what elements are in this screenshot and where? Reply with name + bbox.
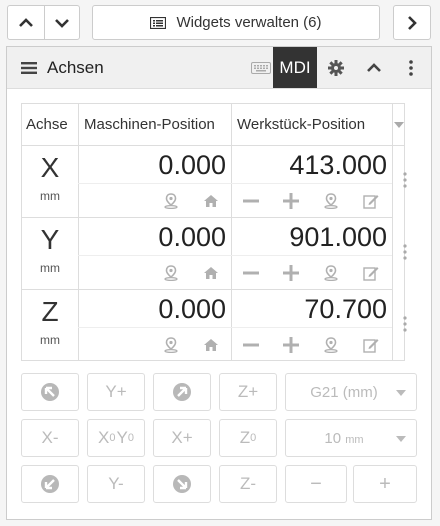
- jog-y-minus-button[interactable]: Y-: [87, 465, 145, 503]
- chevron-down-icon: [55, 18, 69, 28]
- go-to-work-zero-icon[interactable]: [322, 336, 340, 354]
- jog-x-minus-y-minus-button[interactable]: [21, 465, 79, 503]
- decrease-offset-icon[interactable]: [242, 336, 260, 354]
- edit-position-icon[interactable]: [362, 264, 380, 282]
- home-icon[interactable]: [202, 336, 220, 354]
- axis-unit: mm: [40, 333, 60, 347]
- jog-step-number: 10: [324, 429, 342, 447]
- units-select-value: G21 (mm): [310, 383, 378, 401]
- next-page-button[interactable]: [393, 5, 431, 40]
- increase-offset-icon[interactable]: [282, 264, 300, 282]
- edit-position-icon[interactable]: [362, 192, 380, 210]
- x0y0-y-label: Y: [116, 428, 128, 447]
- home-icon[interactable]: [202, 264, 220, 282]
- home-icon[interactable]: [202, 192, 220, 210]
- jog-x-plus-y-plus-button[interactable]: [153, 373, 211, 411]
- header-axis: Achse: [26, 116, 68, 133]
- gear-icon: [328, 59, 344, 76]
- row-options-icon[interactable]: [399, 314, 411, 334]
- machine-position-value: 0.000: [158, 150, 226, 180]
- axes-dropdown-toggle[interactable]: [393, 104, 405, 145]
- chevron-up-icon: [367, 62, 381, 72]
- ellipsis-vertical-icon: [409, 59, 413, 76]
- jog-x-minus-y-plus-button[interactable]: [21, 373, 79, 411]
- jog-y-plus-button[interactable]: Y+: [87, 373, 145, 411]
- row-options-icon[interactable]: [399, 242, 411, 262]
- move-widget-down-button[interactable]: [44, 5, 80, 40]
- go-to-machine-zero-icon[interactable]: [162, 192, 180, 210]
- more-options-button[interactable]: [397, 47, 425, 88]
- arrow-up-left-circle-icon: [41, 383, 59, 401]
- machine-position-value: 0.000: [158, 294, 226, 324]
- list-alt-icon: [150, 16, 167, 29]
- x0y0-x-sub: 0: [109, 432, 116, 444]
- move-widget-up-button[interactable]: [7, 5, 45, 40]
- go-to-work-zero-icon[interactable]: [322, 192, 340, 210]
- header-machine-position: Maschinen-Position: [84, 116, 215, 133]
- axis-label: X: [40, 152, 60, 183]
- keyboard-icon: [251, 61, 271, 74]
- work-position-value[interactable]: 70.700: [235, 294, 387, 325]
- axes-widget: Achsen MDI Achse Maschinen-Position Werk…: [6, 46, 432, 520]
- settings-button[interactable]: [321, 47, 351, 88]
- jog-x-plus-y-minus-button[interactable]: [153, 465, 211, 503]
- x0y0-y-sub: 0: [127, 432, 134, 444]
- axis-label: Z: [41, 296, 59, 327]
- caret-down-icon: [394, 121, 404, 128]
- manage-widgets-button[interactable]: Widgets verwalten (6): [92, 5, 380, 40]
- jog-z-plus-button[interactable]: Z+: [219, 373, 277, 411]
- decrease-step-button[interactable]: −: [285, 465, 347, 503]
- go-to-z0-button[interactable]: Z0: [219, 419, 277, 457]
- edit-position-icon[interactable]: [362, 336, 380, 354]
- manage-widgets-label: Widgets verwalten (6): [176, 14, 322, 31]
- increase-offset-icon[interactable]: [282, 336, 300, 354]
- caret-down-icon: [396, 390, 406, 396]
- units-select[interactable]: G21 (mm): [285, 373, 417, 411]
- chevron-right-icon: [408, 15, 417, 30]
- jog-step-unit: mm: [345, 433, 364, 446]
- chevron-up-icon: [19, 17, 33, 27]
- increase-offset-icon[interactable]: [282, 192, 300, 210]
- decrease-offset-icon[interactable]: [242, 264, 260, 282]
- widget-title: Achsen: [21, 47, 104, 89]
- jog-x-minus-button[interactable]: X-: [21, 419, 79, 457]
- go-to-machine-zero-icon[interactable]: [162, 264, 180, 282]
- row-options-icon[interactable]: [399, 170, 411, 190]
- machine-position-value: 0.000: [158, 222, 226, 252]
- jog-step-select[interactable]: 10 mm: [285, 419, 417, 457]
- increase-step-button[interactable]: +: [353, 465, 417, 503]
- go-to-machine-zero-icon[interactable]: [162, 336, 180, 354]
- jog-step-value: 10 mm: [324, 430, 363, 447]
- x0y0-x-label: X: [98, 428, 110, 447]
- z0-z-label: Z: [239, 428, 251, 447]
- collapse-widget-button[interactable]: [357, 47, 391, 88]
- decrease-offset-icon[interactable]: [242, 192, 260, 210]
- axis-unit: mm: [40, 189, 60, 203]
- header-work-position: Werkstück-Position: [237, 116, 366, 133]
- arrow-down-left-circle-icon: [41, 475, 59, 493]
- arrow-up-right-circle-icon: [173, 383, 191, 401]
- jog-z-minus-button[interactable]: Z-: [219, 465, 277, 503]
- go-to-x0-y0-button[interactable]: X0Y0: [87, 419, 145, 457]
- axis-label: Y: [40, 224, 60, 255]
- caret-down-icon: [396, 436, 406, 442]
- axis-unit: mm: [40, 261, 60, 275]
- go-to-work-zero-icon[interactable]: [322, 264, 340, 282]
- axes-table: Achse Maschinen-Position Werkstück-Posit…: [21, 103, 407, 361]
- arrow-down-right-circle-icon: [173, 475, 191, 493]
- widget-title-text: Achsen: [47, 58, 104, 77]
- widget-header: Achsen MDI: [7, 47, 431, 89]
- work-position-value[interactable]: 901.000: [235, 222, 387, 253]
- z0-z-sub: 0: [250, 432, 257, 444]
- top-toolbar: Widgets verwalten (6): [0, 0, 440, 46]
- jog-x-plus-button[interactable]: X+: [153, 419, 211, 457]
- work-position-value[interactable]: 413.000: [235, 150, 387, 181]
- mdi-toggle-button[interactable]: MDI: [273, 47, 317, 88]
- hamburger-icon[interactable]: [21, 61, 37, 75]
